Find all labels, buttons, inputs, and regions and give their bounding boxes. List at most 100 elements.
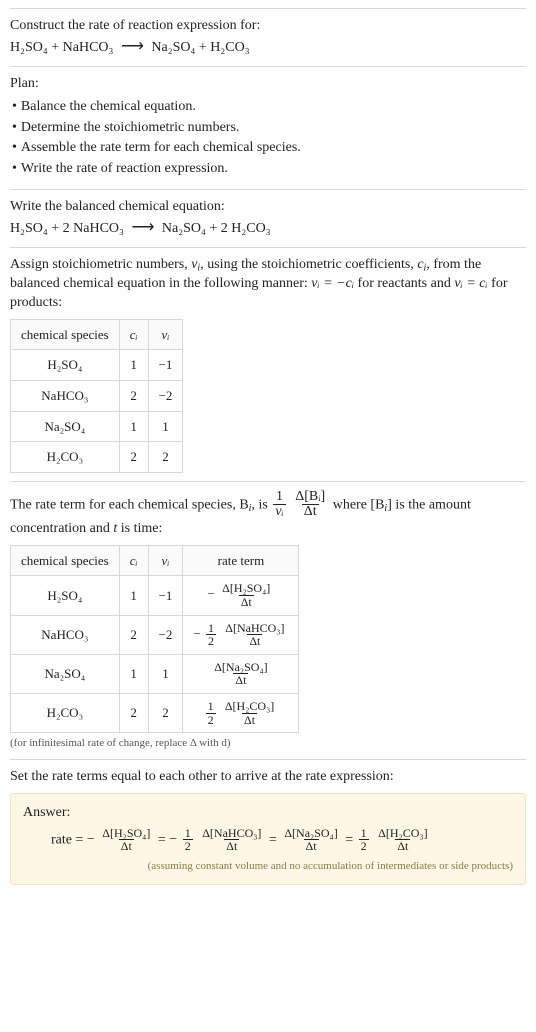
numerator: Δ[Bᵢ] xyxy=(293,490,327,505)
th-c: cᵢ xyxy=(119,545,148,576)
balanced-equation: H₂SO₄ + 2 NaHCO₃ ⟶ Na₂SO₄ + 2 H₂CO₃ xyxy=(10,217,271,239)
coef-fraction: 12 xyxy=(206,622,216,648)
denominator: Δt xyxy=(239,595,254,609)
rate-term-formula: 1νᵢ Δ[Bᵢ]Δt xyxy=(271,497,332,512)
table-header-row: chemical species cᵢ νᵢ rate term xyxy=(11,545,299,576)
rate-term-table: chemical species cᵢ νᵢ rate term H₂SO₄ 1… xyxy=(10,545,299,733)
cell-nu: 2 xyxy=(148,694,183,733)
th-rate: rate term xyxy=(183,545,299,576)
denominator: Δt xyxy=(233,673,248,687)
text: is time: xyxy=(117,521,162,536)
fraction: Δ[H₂SO₄]Δt xyxy=(100,827,152,853)
relation-products: νᵢ = cᵢ xyxy=(454,276,487,291)
denominator: Δt xyxy=(302,504,319,520)
cell-c: 1 xyxy=(119,411,148,442)
cell-rate-term: − Δ[H₂SO₄]Δt xyxy=(183,576,299,615)
term: − 12 Δ[NaHCO₃]Δt xyxy=(169,832,269,847)
th-species: chemical species xyxy=(11,319,120,350)
relation-reactants: νᵢ = −cᵢ xyxy=(311,276,354,291)
answer-label: Answer: xyxy=(23,804,513,823)
denominator: 2 xyxy=(206,634,216,648)
numerator: Δ[H₂SO₄] xyxy=(100,827,152,840)
numerator: Δ[H₂CO₃] xyxy=(223,700,276,713)
plan-section: Plan: •Balance the chemical equation. •D… xyxy=(10,66,526,189)
cell-species: Na₂SO₄ xyxy=(11,411,120,442)
fraction: 1νᵢ xyxy=(273,490,285,520)
equals: = xyxy=(269,832,280,847)
cell-c: 2 xyxy=(119,615,148,654)
th-nu: νᵢ xyxy=(148,545,183,576)
equals: = xyxy=(345,832,356,847)
fraction: Δ[H₂CO₃]Δt xyxy=(223,700,276,726)
rate-table-note: (for infinitesimal rate of change, repla… xyxy=(10,736,526,751)
text: for reactants and xyxy=(354,276,454,291)
denominator: 2 xyxy=(206,713,216,727)
fraction: Δ[H₂CO₃]Δt xyxy=(376,827,429,853)
cell-nu: 1 xyxy=(148,654,183,693)
reaction-arrow-icon: ⟶ xyxy=(127,217,158,239)
bullet-icon: • xyxy=(12,119,17,138)
term: Δ[Na₂SO₄]Δt xyxy=(280,832,345,847)
stoich-paragraph: Assign stoichiometric numbers, νi, using… xyxy=(10,256,526,313)
denominator: Δt xyxy=(224,839,239,853)
answer-expression: rate = − Δ[H₂SO₄]Δt = − 12 Δ[NaHCO₃]Δt =… xyxy=(23,823,513,853)
cell-c: 2 xyxy=(119,694,148,733)
balanced-lhs: H₂SO₄ + 2 NaHCO₃ xyxy=(10,221,124,236)
cell-species: H₂CO₃ xyxy=(11,442,120,473)
equation-rhs: Na₂SO₄ + H₂CO₃ xyxy=(151,40,249,55)
table-row: H₂CO₃ 2 2 12 Δ[H₂CO₃]Δt xyxy=(11,694,299,733)
sign: − xyxy=(208,587,215,602)
final-section: Set the rate terms equal to each other t… xyxy=(10,759,526,893)
plan-item: •Assemble the rate term for each chemica… xyxy=(12,139,526,158)
c-i: ci xyxy=(417,257,426,272)
cell-rate-term: 12 Δ[H₂CO₃]Δt xyxy=(183,694,299,733)
prompt-section: Construct the rate of reaction expressio… xyxy=(10,8,526,66)
cell-nu: −2 xyxy=(148,381,183,412)
equation-lhs: H₂SO₄ + NaHCO₃ xyxy=(10,40,113,55)
numerator: 1 xyxy=(206,700,216,713)
plan-item-text: Write the rate of reaction expression. xyxy=(21,160,228,179)
fraction: Δ[Na₂SO₄]Δt xyxy=(212,661,269,687)
term: − Δ[H₂SO₄]Δt xyxy=(87,832,158,847)
text: , using the stoichiometric coefficients, xyxy=(200,257,417,272)
sign: − xyxy=(193,626,200,641)
numerator: Δ[H₂CO₃] xyxy=(376,827,429,840)
plan-list: •Balance the chemical equation. •Determi… xyxy=(12,98,526,180)
answer-box: Answer: rate = − Δ[H₂SO₄]Δt = − 12 Δ[NaH… xyxy=(10,793,526,885)
prompt-text: Construct the rate of reaction expressio… xyxy=(10,17,526,36)
th-c: cᵢ xyxy=(119,319,148,350)
th-nu: νᵢ xyxy=(148,319,183,350)
cell-nu: −2 xyxy=(148,615,183,654)
numerator: Δ[H₂SO₄] xyxy=(220,582,272,595)
plan-item: •Balance the chemical equation. xyxy=(12,98,526,117)
denominator: Δt xyxy=(119,839,134,853)
plan-item: •Write the rate of reaction expression. xyxy=(12,160,526,179)
numerator: 1 xyxy=(206,622,216,635)
denominator: Δt xyxy=(242,713,257,727)
coef-fraction: 12 xyxy=(183,827,193,853)
plan-item: •Determine the stoichiometric numbers. xyxy=(12,119,526,138)
answer-note: (assuming constant volume and no accumul… xyxy=(23,859,513,874)
cell-c: 1 xyxy=(119,350,148,381)
table-row: Na₂SO₄11 xyxy=(11,411,183,442)
cell-nu: 1 xyxy=(148,411,183,442)
fraction: Δ[H₂SO₄]Δt xyxy=(220,582,272,608)
coef-fraction: 12 xyxy=(206,700,216,726)
balanced-section: Write the balanced chemical equation: H₂… xyxy=(10,189,526,247)
numerator: Δ[NaHCO₃] xyxy=(200,827,263,840)
numerator: 1 xyxy=(183,827,193,840)
balanced-rhs: Na₂SO₄ + 2 H₂CO₃ xyxy=(162,221,271,236)
denominator: Δt xyxy=(304,839,319,853)
coef-fraction: 12 xyxy=(359,827,369,853)
cell-c: 1 xyxy=(119,654,148,693)
table-row: H₂CO₃22 xyxy=(11,442,183,473)
table-row: H₂SO₄1−1 xyxy=(11,350,183,381)
bullet-icon: • xyxy=(12,98,17,117)
denominator: 2 xyxy=(359,839,369,853)
balanced-prompt: Write the balanced chemical equation: xyxy=(10,198,526,217)
rate-label: rate = xyxy=(51,832,87,847)
numerator: 1 xyxy=(359,827,369,840)
text: Assign stoichiometric numbers, xyxy=(10,257,191,272)
th-species: chemical species xyxy=(11,545,120,576)
fraction: Δ[NaHCO₃]Δt xyxy=(223,622,286,648)
